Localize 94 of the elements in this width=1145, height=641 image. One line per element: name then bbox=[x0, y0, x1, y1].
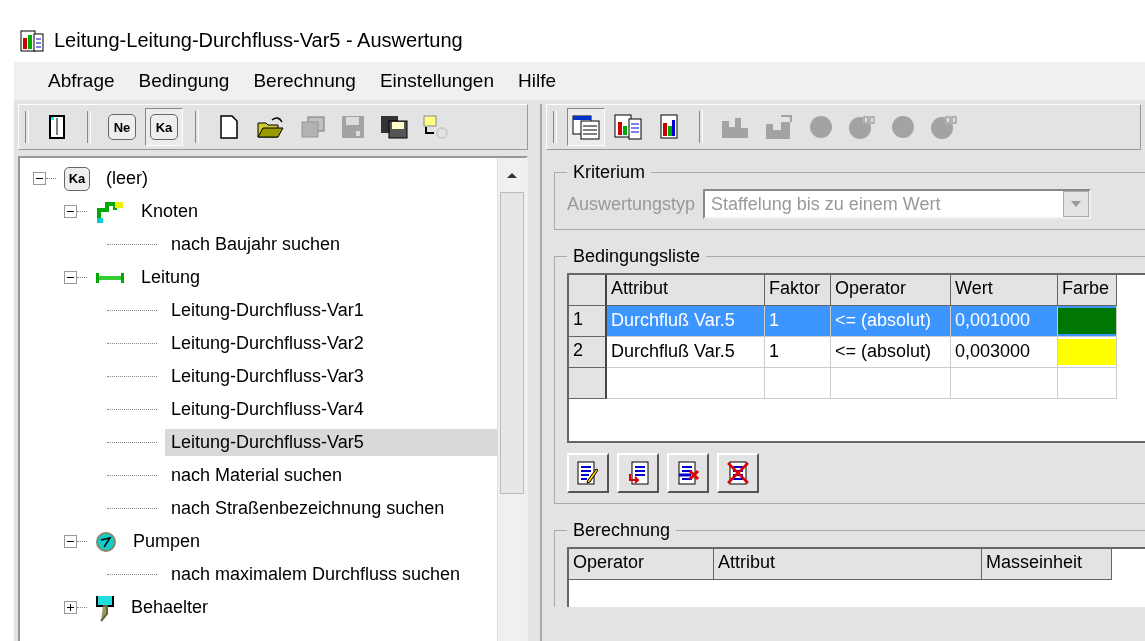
bar-chart-icon bbox=[660, 114, 678, 140]
column-header[interactable]: Operator bbox=[569, 549, 714, 580]
column-header[interactable]: Faktor bbox=[765, 275, 831, 306]
column-header[interactable]: Farbe bbox=[1058, 275, 1117, 306]
floppy-disks-icon bbox=[380, 115, 408, 139]
tree-item[interactable]: Pumpen bbox=[127, 528, 207, 555]
tree-item[interactable]: Leitung-Durchfluss-Var1 bbox=[165, 297, 370, 324]
menu-item[interactable]: Hilfe bbox=[506, 70, 568, 92]
tree-item[interactable]: nach maximalem Durchfluss suchen bbox=[165, 561, 467, 588]
table-cell: 1 bbox=[765, 337, 831, 368]
table-row[interactable]: 2 Durchfluß Var.5 1 <= (absolut) 0,003000 bbox=[569, 337, 1145, 368]
pie-chart-icon bbox=[809, 115, 833, 139]
column-header[interactable]: Masseinheit bbox=[982, 549, 1112, 580]
collapse-toggle[interactable] bbox=[64, 205, 77, 218]
tag-icon: Ka bbox=[64, 166, 90, 191]
menu-item[interactable]: Berechnung bbox=[241, 70, 368, 92]
insert-button[interactable] bbox=[617, 453, 659, 493]
menu-item[interactable]: Bedingung bbox=[126, 70, 242, 92]
column-header[interactable]: Attribut bbox=[607, 275, 765, 306]
folder-arrow-icon bbox=[422, 114, 450, 140]
color-swatch[interactable] bbox=[1058, 308, 1116, 334]
tree-item[interactable]: nach Straßenbezeichnung suchen bbox=[165, 495, 451, 522]
pipe-icon bbox=[95, 270, 125, 285]
delete-button[interactable] bbox=[667, 453, 709, 493]
toolbar-button[interactable]: Ne bbox=[103, 108, 141, 146]
column-header[interactable]: Wert bbox=[951, 275, 1058, 306]
documents-icon bbox=[300, 115, 326, 139]
toolbar-button[interactable]: Ka bbox=[145, 108, 183, 146]
delete-all-icon bbox=[726, 460, 750, 486]
table-cell: 1 bbox=[765, 306, 831, 337]
table-row[interactable]: 1 Durchfluß Var.5 1 <= (absolut) 0,001000 bbox=[569, 306, 1145, 337]
tree-item[interactable]: nach Baujahr suchen bbox=[165, 231, 347, 258]
clear-button[interactable] bbox=[717, 453, 759, 493]
document-icon bbox=[219, 115, 239, 139]
tree-item[interactable]: Leitung-Durchfluss-Var4 bbox=[165, 396, 370, 423]
edit-button[interactable] bbox=[567, 453, 609, 493]
row-header[interactable] bbox=[569, 368, 607, 399]
pie-chart-icon bbox=[891, 115, 915, 139]
column-header[interactable]: Operator bbox=[831, 275, 951, 306]
group-title: Bedingungsliste bbox=[572, 246, 702, 267]
bar-chart-3d-icon bbox=[764, 114, 794, 140]
folder-icon bbox=[256, 115, 286, 139]
door-icon bbox=[49, 115, 65, 139]
empty-cell[interactable] bbox=[951, 368, 1058, 399]
tank-icon bbox=[95, 593, 115, 622]
collapse-toggle[interactable] bbox=[64, 535, 77, 548]
tree-item[interactable]: Behaelter bbox=[125, 594, 215, 621]
empty-cell[interactable] bbox=[765, 368, 831, 399]
empty-cell[interactable] bbox=[831, 368, 951, 399]
tree-item[interactable]: Leitung-Durchfluss-Var3 bbox=[165, 363, 370, 390]
edit-list-icon bbox=[576, 460, 600, 486]
group-title: Berechnung bbox=[572, 520, 672, 541]
menu-item[interactable]: Abfrage bbox=[36, 70, 127, 92]
header-cell bbox=[569, 275, 607, 306]
table-cell: <= (absolut) bbox=[831, 306, 951, 337]
empty-cell[interactable] bbox=[1058, 368, 1117, 399]
app-icon bbox=[20, 30, 44, 52]
tree-item[interactable]: Leitung bbox=[135, 264, 207, 291]
window-title: Leitung-Leitung-Durchfluss-Var5 - Auswertung bbox=[54, 29, 463, 52]
menu-item[interactable]: Einstellungen bbox=[367, 70, 506, 92]
bar-chart-icon bbox=[720, 115, 750, 139]
table-cell: Durchfluß Var.5 bbox=[607, 306, 765, 337]
dropdown-arrow-icon bbox=[1071, 201, 1082, 207]
table-cell: Durchfluß Var.5 bbox=[607, 337, 765, 368]
toolbar-button[interactable] bbox=[567, 108, 605, 146]
tag-icon: Ne bbox=[108, 114, 136, 140]
scrollbar-thumb[interactable] bbox=[500, 192, 524, 494]
pipe-junction-icon bbox=[95, 199, 125, 224]
tree-item[interactable]: nach Material suchen bbox=[165, 462, 349, 489]
tag-icon: Ka bbox=[150, 114, 178, 140]
table-icon bbox=[572, 114, 600, 140]
table-cell: 0,001000 bbox=[951, 306, 1058, 337]
tree-item[interactable]: Leitung-Durchfluss-Var5 bbox=[165, 429, 497, 456]
pie-chart-3d-icon bbox=[848, 114, 876, 140]
tree-item[interactable]: Knoten bbox=[135, 198, 205, 225]
collapse-toggle[interactable] bbox=[33, 172, 46, 185]
field-label: Auswertungstyp bbox=[567, 193, 696, 215]
color-swatch[interactable] bbox=[1058, 339, 1116, 365]
chart-table-icon bbox=[614, 114, 642, 140]
table-cell: <= (absolut) bbox=[831, 337, 951, 368]
scroll-up-icon[interactable] bbox=[505, 170, 519, 180]
group-title: Kriterium bbox=[572, 162, 646, 183]
insert-row-icon bbox=[626, 460, 650, 486]
vertical-scrollbar[interactable] bbox=[497, 158, 526, 641]
collapse-toggle[interactable] bbox=[64, 271, 77, 284]
column-header[interactable]: Attribut bbox=[714, 549, 982, 580]
tree-item[interactable]: Leitung-Durchfluss-Var2 bbox=[165, 330, 370, 357]
row-number: 2 bbox=[569, 337, 607, 368]
delete-row-icon bbox=[676, 460, 700, 486]
row-number: 1 bbox=[569, 306, 607, 337]
expand-toggle[interactable] bbox=[64, 601, 77, 614]
pump-icon bbox=[95, 530, 117, 553]
tree-item[interactable]: (leer) bbox=[100, 165, 154, 192]
pie-chart-3d-icon bbox=[930, 114, 958, 140]
